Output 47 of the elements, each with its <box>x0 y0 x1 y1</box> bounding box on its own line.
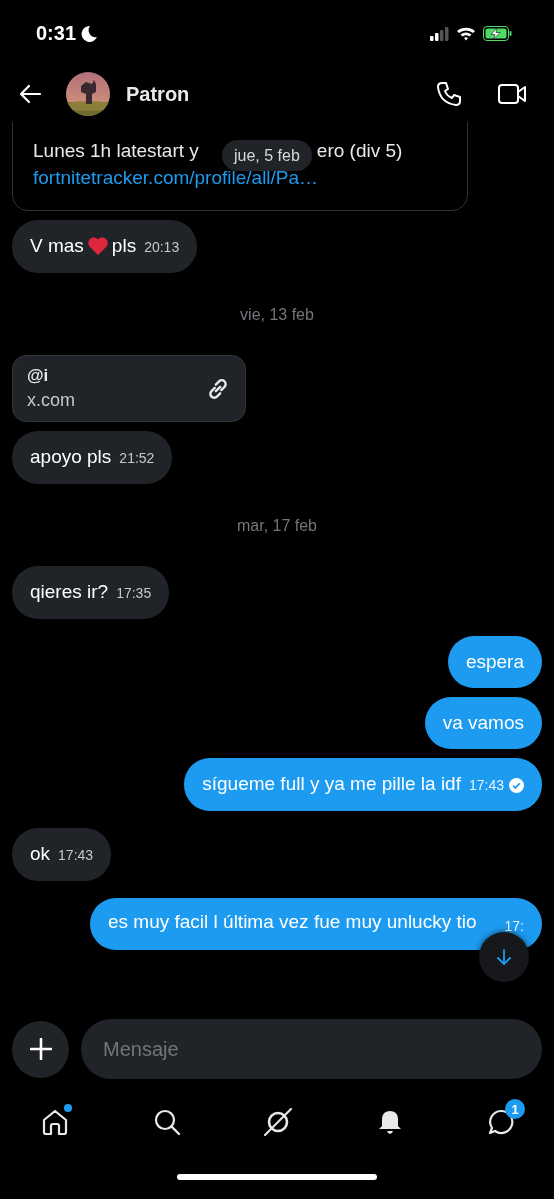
message-time: 17:43 <box>58 846 94 865</box>
unread-count: 1 <box>505 1099 525 1119</box>
phone-icon <box>436 81 462 107</box>
message-time: 17: <box>504 917 524 936</box>
message-text: ero (div 5) <box>316 139 403 163</box>
clock-time: 0:31 <box>36 21 77 45</box>
message-text: espera <box>465 650 524 674</box>
message-text: es muy facil l última vez fue muy unlucky tio <box>108 911 477 932</box>
back-button[interactable] <box>18 82 44 106</box>
message-text: sígueme full y ya me pille la idf <box>202 772 461 796</box>
video-camera-icon <box>498 82 526 106</box>
message-text: pls <box>111 234 137 258</box>
signal-icon <box>430 25 449 41</box>
message-time: 21:52 <box>119 449 155 468</box>
message-text: Lunes 1h latestart y <box>33 139 199 163</box>
call-button[interactable] <box>436 81 462 107</box>
search-icon <box>152 1108 181 1136</box>
plus-icon <box>29 1038 52 1060</box>
link-preview-card[interactable]: @i x.com <box>12 355 246 422</box>
message-time: 17:43 <box>468 776 504 795</box>
link-title: @i <box>27 366 50 386</box>
date-label: jue, 5 feb <box>222 140 312 171</box>
message-time: 20:13 <box>144 238 180 257</box>
battery-charging-icon <box>483 25 512 41</box>
message-input-field[interactable]: Mensaje <box>81 1019 542 1079</box>
link-domain: x.com <box>27 390 76 411</box>
tab-bar-button[interactable] <box>40 1107 70 1137</box>
add-button[interactable] <box>12 1020 69 1078</box>
message-text: ok <box>30 842 51 866</box>
contact-name[interactable]: Patron <box>126 82 190 106</box>
message-text: qieres ir? <box>30 580 109 604</box>
scroll-down-button[interactable] <box>479 932 529 982</box>
wifi-icon <box>456 25 476 41</box>
home-icon <box>41 1108 69 1136</box>
heart-icon <box>86 235 109 257</box>
message-text: apoyo pls <box>30 445 112 469</box>
video-call-button[interactable] <box>498 82 526 106</box>
back-arrow-icon <box>18 82 44 106</box>
tab-bar-button[interactable] <box>263 1107 293 1137</box>
moon-icon <box>80 24 99 42</box>
down-arrow-icon <box>495 948 513 966</box>
date-divider: vie, 13 feb <box>240 306 314 324</box>
message-time: 17:35 <box>116 584 152 603</box>
message-text: V mas <box>30 234 84 258</box>
slashed-circle-icon <box>264 1108 292 1136</box>
message-text: va vamos <box>442 711 524 735</box>
date-divider: mar, 17 feb <box>236 517 317 535</box>
